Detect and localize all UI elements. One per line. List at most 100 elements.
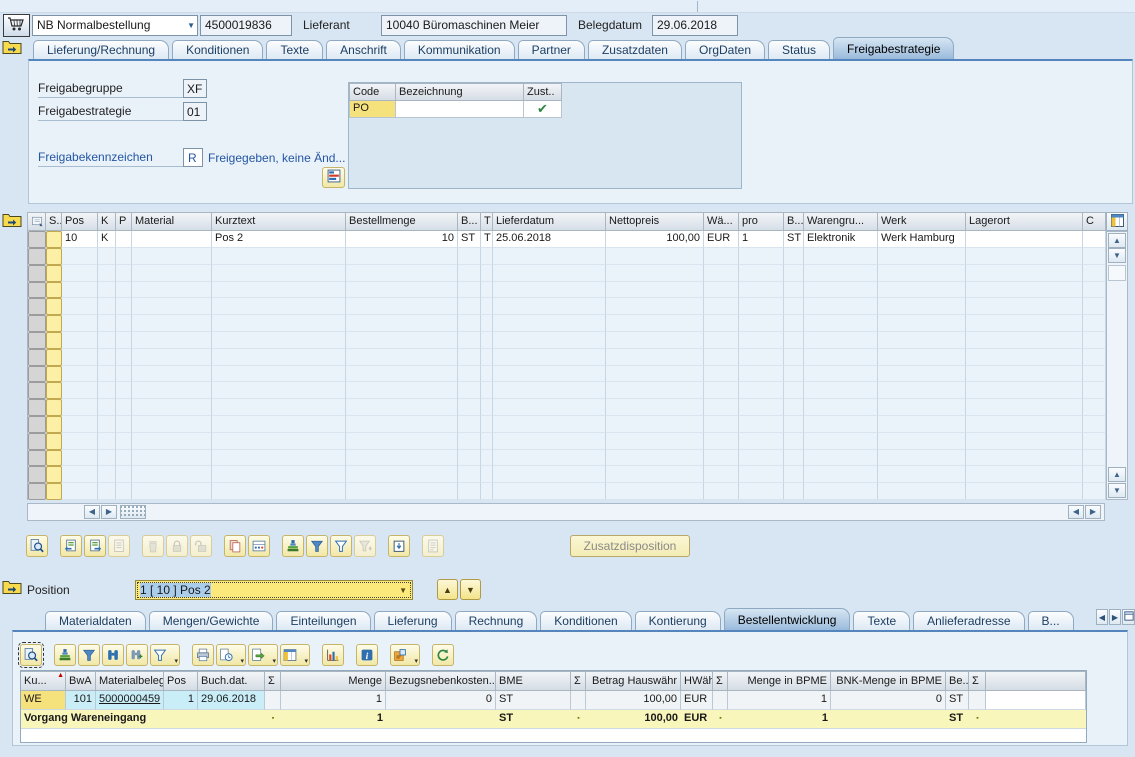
table-settings-button[interactable] (1106, 212, 1128, 231)
row-select-cell[interactable] (28, 248, 46, 265)
item-cell-pro[interactable]: 1 (739, 231, 784, 248)
history-cell-bme[interactable]: ST (496, 691, 571, 710)
find-next-button[interactable] (126, 644, 148, 666)
row-select-cell[interactable] (28, 483, 46, 500)
scroll-left-button-2[interactable]: ◀ (1068, 505, 1084, 519)
row-status-cell[interactable] (46, 382, 62, 399)
row-status-cell[interactable] (46, 315, 62, 332)
item-settings-button[interactable] (248, 535, 270, 557)
history-column-materialbeleg[interactable]: Materialbeleg (96, 671, 164, 691)
item-cell-bestellmenge[interactable]: 10 (346, 231, 458, 248)
history-column-bnk-menge-in-bpme[interactable]: BNK-Menge in BPME (831, 671, 946, 691)
status-cell[interactable]: ✔ (524, 101, 562, 118)
item-column-wä-[interactable]: Wä... (704, 212, 739, 231)
item-column-pro[interactable]: pro (739, 212, 784, 231)
item-cell-pos[interactable]: 10 (62, 231, 98, 248)
tab-anlieferadresse[interactable]: Anlieferadresse (913, 611, 1024, 630)
item-column-material[interactable]: Material (132, 212, 212, 231)
download-button[interactable] (388, 535, 410, 557)
collapse-header-button[interactable] (2, 39, 24, 58)
item-prev-button[interactable] (60, 535, 82, 557)
history-column-bme[interactable]: BME (496, 671, 571, 691)
row-select-cell[interactable] (28, 382, 46, 399)
item-column-werk[interactable]: Werk (878, 212, 966, 231)
code-cell[interactable]: PO (349, 101, 396, 118)
history-cell-be[interactable]: ST (946, 691, 969, 710)
scroll-up-button[interactable]: ▲ (1108, 233, 1126, 248)
row-status-cell[interactable] (46, 450, 62, 467)
row-status-cell[interactable] (46, 349, 62, 366)
release-group-field[interactable]: XF (183, 79, 207, 98)
row-status-cell[interactable] (46, 416, 62, 433)
chevron-down-icon[interactable]: ▼ (187, 21, 195, 31)
item-column-lieferdatum[interactable]: Lieferdatum (493, 212, 606, 231)
release-strategy-field[interactable]: 01 (183, 102, 207, 121)
tab-freigabestrategie[interactable]: Freigabestrategie (833, 37, 954, 59)
history-column--[interactable]: Σ (969, 671, 986, 691)
choose-layout-button[interactable]: ▾ (280, 644, 310, 666)
row-select-cell[interactable] (28, 282, 46, 299)
info-button[interactable]: i (356, 644, 378, 666)
scroll-left-button[interactable]: ◀ (84, 505, 100, 519)
tab-kommunikation[interactable]: Kommunikation (404, 40, 515, 59)
history-cell-menge_bpme[interactable]: 1 (728, 691, 831, 710)
row-status-cell[interactable] (46, 248, 62, 265)
history-column-bwa[interactable]: BwA (66, 671, 96, 691)
row-select-cell[interactable] (28, 332, 46, 349)
hscrollbar-thumb[interactable] (120, 505, 146, 519)
item-column-k[interactable]: K (98, 212, 116, 231)
tab-partner[interactable]: Partner (518, 40, 585, 59)
item-column-b-[interactable]: B... (784, 212, 804, 231)
copy-item-button[interactable] (224, 535, 246, 557)
item-cell-c[interactable] (1083, 231, 1106, 248)
zusatzdisposition-button[interactable]: Zusatzdisposition (570, 535, 690, 557)
next-item-button[interactable]: ▼ (460, 579, 481, 600)
tab-bestellentwicklung[interactable]: Bestellentwicklung (724, 608, 851, 630)
history-cell-materialbeleg[interactable]: 5000000459 (96, 691, 164, 710)
tab-anschrift[interactable]: Anschrift (326, 40, 401, 59)
print-button[interactable] (192, 644, 214, 666)
scrollbar-thumb[interactable] (1108, 265, 1126, 281)
item-cell-bpe[interactable]: ST (784, 231, 804, 248)
sort-asc-button[interactable] (54, 644, 76, 666)
history-column-be-[interactable]: Be... (946, 671, 969, 691)
horizontal-scrollbar[interactable]: ◀ ▶ ◀ ▶ (27, 503, 1105, 521)
item-next-button[interactable] (84, 535, 106, 557)
export-button[interactable]: ▾ (248, 644, 278, 666)
filter-button[interactable] (330, 535, 352, 557)
history-column-menge[interactable]: Menge (281, 671, 386, 691)
scroll-down-button-2[interactable]: ▼ (1108, 483, 1126, 498)
tab-kontierung[interactable]: Kontierung (635, 611, 721, 630)
tab-materialdaten[interactable]: Materialdaten (45, 611, 146, 630)
row-status-cell[interactable] (46, 231, 62, 248)
history-cell-bwa[interactable]: 101 (66, 691, 96, 710)
item-column-pos[interactable]: Pos (62, 212, 98, 231)
description-column-header[interactable]: Bezeichnung (396, 83, 524, 101)
sort-desc-button[interactable] (78, 644, 100, 666)
sort-descending-button[interactable] (306, 535, 328, 557)
row-select-cell[interactable] (28, 450, 46, 467)
row-select-cell[interactable] (28, 298, 46, 315)
row-status-cell[interactable] (46, 366, 62, 383)
item-cell-waehrung[interactable]: EUR (704, 231, 739, 248)
item-column-t[interactable]: T (481, 212, 493, 231)
row-status-cell[interactable] (46, 399, 62, 416)
doc-number-field[interactable]: 4500019836 (200, 15, 292, 36)
collapse-detail-button[interactable] (2, 579, 24, 598)
row-status-cell[interactable] (46, 282, 62, 299)
item-cell-t[interactable]: T (481, 231, 493, 248)
expand-tab-window-button[interactable] (1122, 609, 1135, 625)
row-status-cell[interactable] (46, 265, 62, 282)
graphic-button[interactable] (322, 644, 344, 666)
row-select-cell[interactable] (28, 466, 46, 483)
item-column-lagerort[interactable]: Lagerort (966, 212, 1083, 231)
row-select-cell[interactable] (28, 349, 46, 366)
tab-b-[interactable]: B... (1028, 611, 1074, 630)
history-cell-ku[interactable]: WE (21, 691, 66, 710)
row-select-cell[interactable] (28, 416, 46, 433)
tab-rechnung[interactable]: Rechnung (455, 611, 538, 630)
scroll-up-button-2[interactable]: ▲ (1108, 467, 1126, 482)
history-column-bezugsnebenkosten-[interactable]: Bezugsnebenkosten.. (386, 671, 496, 691)
item-cell-bme[interactable]: ST (458, 231, 481, 248)
history-column-menge-in-bpme[interactable]: Menge in BPME (728, 671, 831, 691)
